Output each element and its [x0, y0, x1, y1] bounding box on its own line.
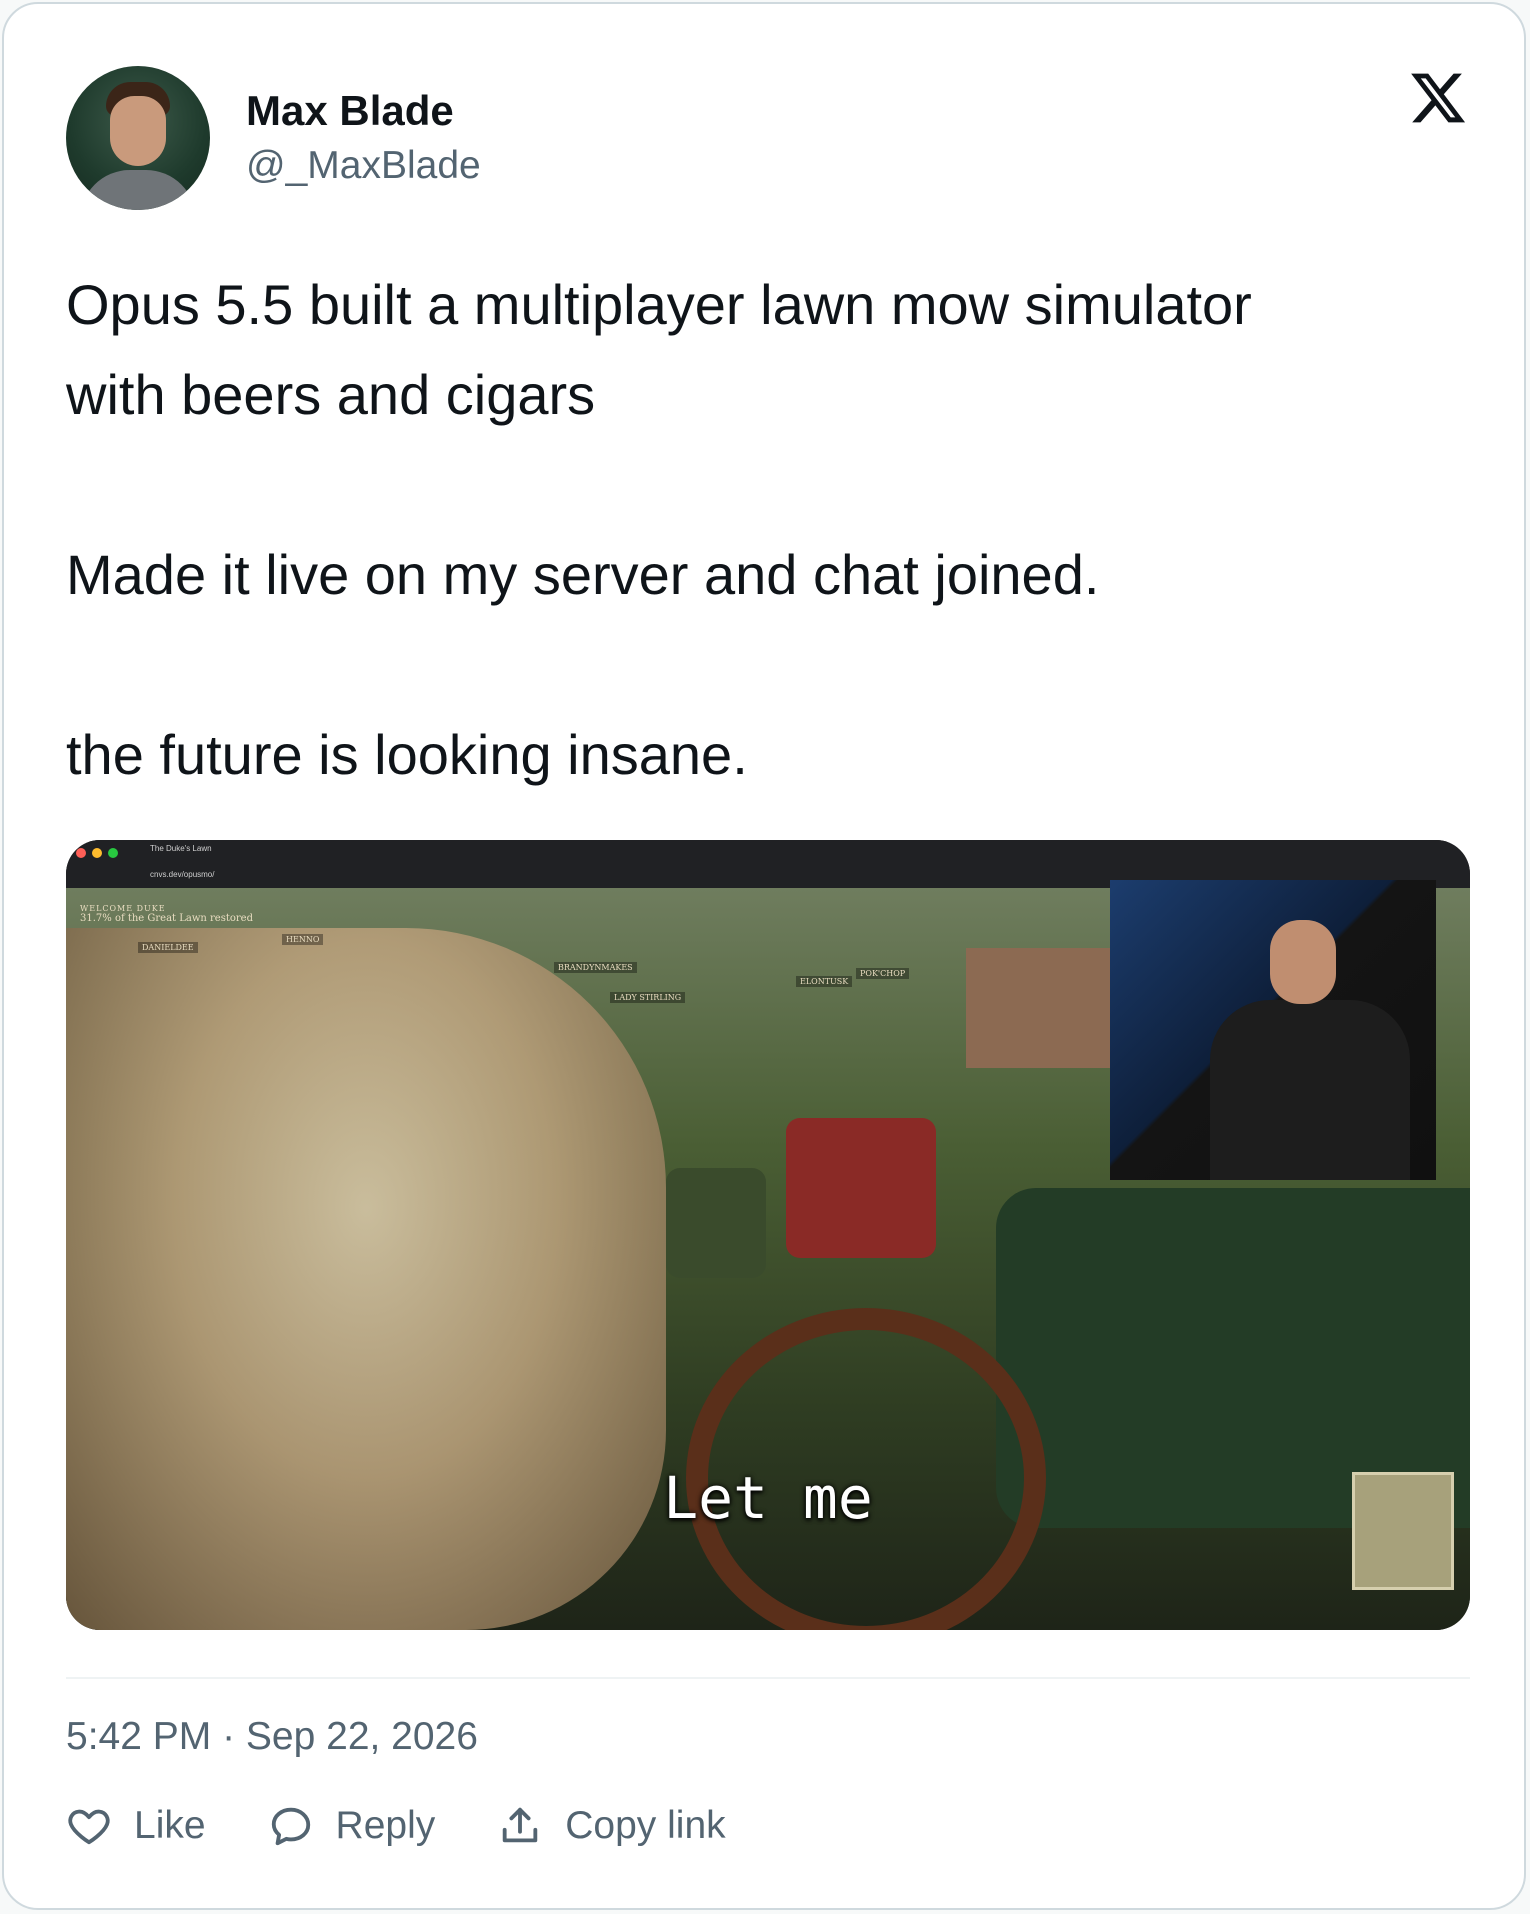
- video-caption: Let me: [663, 1464, 873, 1532]
- x-logo-icon[interactable]: [1408, 68, 1468, 128]
- reply-button[interactable]: Reply: [268, 1803, 436, 1849]
- share-upload-icon: [503, 1807, 538, 1843]
- tweet-card: Max Blade @_MaxBlade Opus 5.5 built a mu…: [2, 2, 1526, 1910]
- player-tag: HENNO: [282, 934, 324, 945]
- hud-progress: 31.7% of the Great Lawn restored: [80, 913, 253, 924]
- webcam-overlay: [1110, 880, 1436, 1180]
- like-button[interactable]: Like: [66, 1803, 206, 1849]
- tweet-text: Opus 5.5 built a multiplayer lawn mow si…: [66, 273, 1252, 786]
- game-hud: WELCOME DUKE 31.7% of the Great Lawn res…: [80, 904, 253, 924]
- divider: [66, 1677, 1470, 1679]
- tweet-media[interactable]: The Duke's Lawn cnvs.dev/opusmo/ WELCOME…: [66, 840, 1470, 1630]
- tweet-timestamp[interactable]: 5:42 PM · Sep 22, 2026: [66, 1712, 478, 1762]
- browser-url: cnvs.dev/opusmo/: [150, 870, 215, 879]
- copy-link-button[interactable]: Copy link: [497, 1803, 726, 1849]
- player-tag: BRANDYNMAKES: [554, 962, 637, 973]
- player-tag: ELONTUSK: [796, 976, 853, 987]
- hud-title: WELCOME DUKE: [80, 904, 166, 913]
- like-label: Like: [134, 1804, 206, 1847]
- browser-tab-title: The Duke's Lawn: [150, 844, 212, 853]
- speech-bubble-icon: [271, 1807, 310, 1846]
- copy-link-label: Copy link: [565, 1804, 726, 1847]
- player-tag: LADY STIRLING: [610, 992, 686, 1003]
- avatar[interactable]: [66, 66, 210, 210]
- author-name[interactable]: Max Blade: [246, 86, 454, 136]
- reply-label: Reply: [335, 1804, 436, 1847]
- author-handle[interactable]: @_MaxBlade: [246, 142, 481, 190]
- tweet-actions: Like Reply Copy link: [66, 1800, 788, 1852]
- player-tag: POK'CHOP: [856, 968, 910, 979]
- player-tag: DANIELDEE: [138, 942, 198, 953]
- heart-icon: [68, 1809, 110, 1845]
